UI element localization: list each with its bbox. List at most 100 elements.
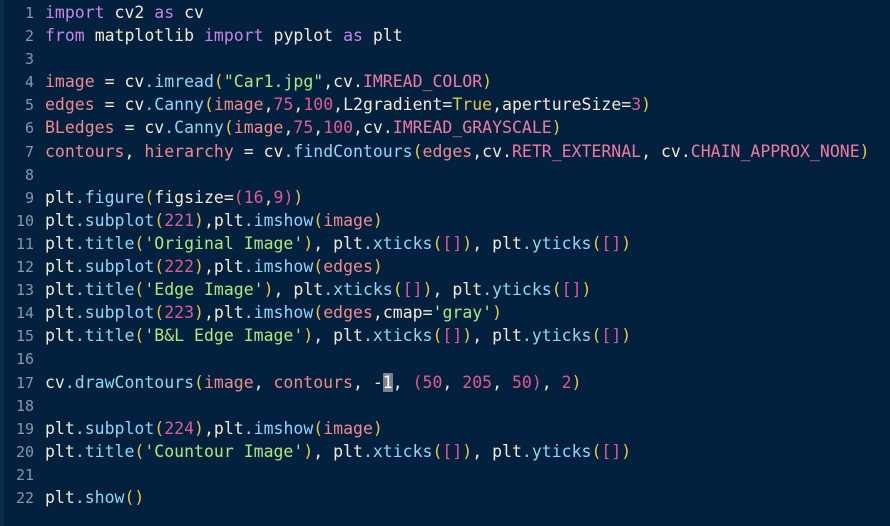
line-text[interactable]: plt.subplot(223),plt.imshow(edges,cmap='… (34, 301, 890, 324)
code-line[interactable]: 5 edges = cv.Canny(image,75,100,L2gradien… (0, 93, 890, 116)
code-token: . (502, 141, 512, 161)
line-text[interactable]: plt.title('Countour Image'), plt.xticks(… (34, 440, 890, 463)
code-token: from (45, 26, 85, 46)
code-token: ) (621, 233, 632, 253)
line-text[interactable]: plt.title('B&L Edge Image'), plt.xticks(… (34, 324, 890, 347)
line-text[interactable] (34, 47, 890, 70)
code-line[interactable]: 4 image = cv.imread("Car1.jpg",cv.IMREAD_… (0, 70, 890, 93)
code-token: plt (45, 326, 75, 346)
code-token: plt (492, 233, 522, 253)
code-line[interactable]: 18 (0, 394, 890, 417)
code-line[interactable]: 16 (0, 347, 890, 370)
line-number: 11 (15, 234, 34, 253)
code-token: .imshow (243, 303, 314, 323)
code-token: , (392, 372, 413, 392)
code-token: 50 (422, 372, 443, 392)
code-token: , (472, 441, 493, 461)
code-line[interactable]: 22 plt.show() (0, 486, 890, 509)
code-line[interactable]: 12 plt.subplot(222),plt.imshow(edges) (0, 255, 890, 278)
line-text[interactable]: edges = cv.Canny(image,75,100,L2gradient… (34, 93, 890, 116)
code-token: , (442, 372, 463, 392)
line-text[interactable] (34, 394, 890, 417)
code-token: .imshow (243, 257, 314, 277)
code-token: image (323, 418, 373, 438)
code-token: ( (203, 95, 214, 115)
code-token: CHAIN_APPROX_NONE (690, 141, 860, 161)
code-token: ) (303, 441, 314, 461)
code-editor[interactable]: 1 import cv2 as cv 2 from matplotlib import… (0, 0, 890, 526)
line-text[interactable]: contours, hierarchy = cv.findContours(ed… (34, 140, 890, 163)
line-number: 22 (15, 488, 34, 507)
code-token: , (472, 326, 493, 346)
line-text[interactable]: plt.subplot(222),plt.imshow(edges) (34, 255, 890, 278)
code-token: ) (283, 187, 294, 207)
code-line[interactable]: 11 plt.title('Original Image'), plt.xtick… (0, 232, 890, 255)
code-line[interactable]: 8 (0, 163, 890, 186)
code-token: 100 (303, 95, 334, 115)
code-token: , (641, 141, 661, 161)
code-token: .subplot (74, 210, 155, 230)
line-number: 6 (24, 119, 34, 138)
code-line[interactable]: 21 (0, 463, 890, 486)
code-token: ( (233, 187, 244, 207)
line-text[interactable] (34, 463, 890, 486)
code-token: ( (134, 233, 145, 253)
code-token: contours (273, 372, 353, 392)
code-token: cmap (382, 303, 423, 323)
code-token: ) (372, 210, 383, 230)
code-token: pyplot (273, 26, 334, 46)
line-text[interactable] (34, 163, 890, 186)
line-text[interactable]: plt.show() (34, 486, 890, 509)
code-token: plt (45, 418, 75, 438)
code-token: plt (45, 303, 75, 323)
code-token: plt (372, 26, 403, 46)
line-text[interactable]: plt.subplot(224),plt.imshow(image) (34, 417, 890, 440)
code-token: IMREAD_COLOR (362, 72, 483, 92)
line-text[interactable]: plt.figure(figsize=(16,9)) (34, 186, 890, 209)
code-token: .yticks (482, 280, 552, 300)
code-line[interactable]: 15 plt.title('B&L Edge Image'), plt.xtick… (0, 324, 890, 347)
line-text[interactable]: BLedges = cv.Canny(image,75,100,cv.IMREA… (34, 116, 890, 139)
code-token: , (372, 303, 383, 323)
code-line[interactable]: 14 plt.subplot(223),plt.imshow(edges,cmap… (0, 301, 890, 324)
code-line[interactable]: 13 plt.title('Edge Image'), plt.xticks([]… (0, 278, 890, 301)
code-line[interactable]: 3 (0, 47, 890, 70)
code-token: plt (213, 210, 244, 230)
code-content-area[interactable]: 1 import cv2 as cv 2 from matplotlib import… (0, 1, 890, 509)
code-token: . (382, 118, 393, 138)
line-text[interactable]: import cv2 as cv (34, 1, 890, 24)
code-token: ( (144, 187, 155, 207)
code-line[interactable]: 17 cv.drawContours(image, contours, -1, (… (0, 371, 890, 394)
code-token: 9 (273, 187, 284, 207)
code-token: ( (313, 210, 324, 230)
line-text[interactable]: plt.subplot(221),plt.imshow(image) (34, 209, 890, 232)
line-text[interactable]: plt.title('Edge Image'), plt.xticks([]),… (34, 278, 890, 301)
line-text[interactable] (34, 347, 890, 370)
code-line[interactable]: 1 import cv2 as cv (0, 1, 890, 24)
code-token: ) (422, 280, 433, 300)
line-text[interactable]: from matplotlib import pyplot as plt (34, 24, 890, 47)
code-token: ) (482, 72, 493, 92)
code-token: ( (432, 441, 443, 461)
code-line[interactable]: 10 plt.subplot(221),plt.imshow(image) (0, 209, 890, 232)
code-token: ) (462, 233, 473, 253)
code-token: image (213, 95, 264, 115)
line-text[interactable]: cv.drawContours(image, contours, -1, (50… (34, 371, 890, 394)
code-token: ) (194, 418, 204, 438)
code-line[interactable]: 7 contours, hierarchy = cv.findContours(e… (0, 140, 890, 163)
code-line[interactable]: 20 plt.title('Countour Image'), plt.xtick… (0, 440, 890, 463)
code-line[interactable]: 2 from matplotlib import pyplot as plt (0, 24, 890, 47)
code-token: figsize (154, 187, 224, 207)
code-token: , (541, 372, 562, 392)
code-token: import (45, 3, 105, 22)
code-token: [] (442, 441, 463, 461)
line-text[interactable]: image = cv.imread("Car1.jpg",cv.IMREAD_C… (34, 70, 890, 93)
code-token: ( (591, 441, 602, 461)
line-number: 5 (24, 96, 34, 115)
line-text[interactable]: plt.title('Original Image'), plt.xticks(… (34, 232, 890, 255)
code-line[interactable]: 9 plt.figure(figsize=(16,9)) (0, 186, 890, 209)
code-line[interactable]: 6 BLedges = cv.Canny(image,75,100,cv.IMRE… (0, 116, 890, 139)
code-token: = (114, 118, 145, 138)
code-line[interactable]: 19 plt.subplot(224),plt.imshow(image) (0, 417, 890, 440)
